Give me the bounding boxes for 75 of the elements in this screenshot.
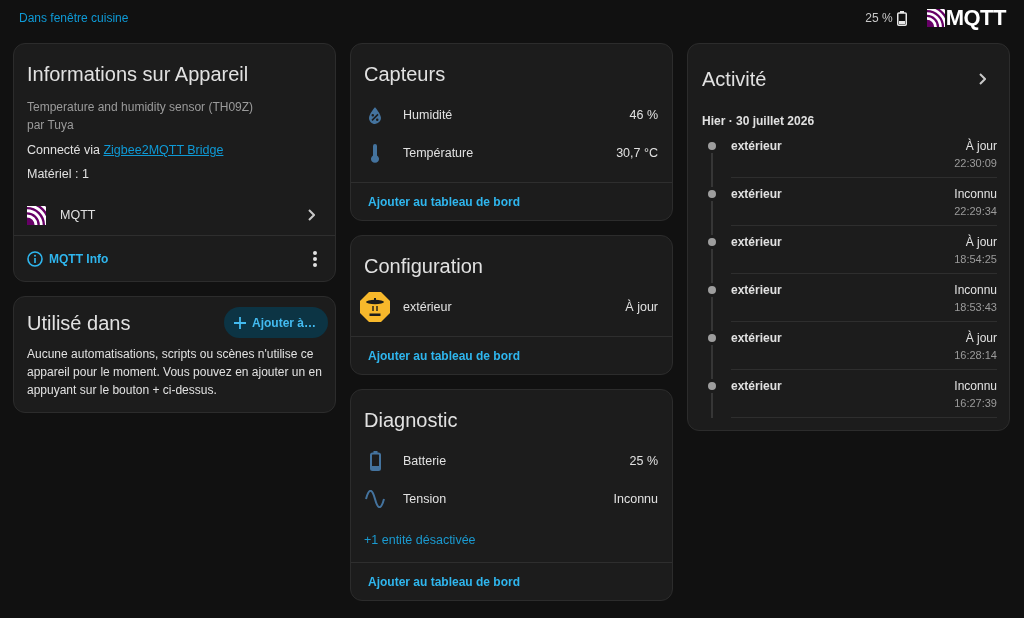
entry-time: 22:29:34 <box>954 204 997 219</box>
entity-value: 46 % <box>629 106 658 124</box>
entry-state: Inconnu <box>954 378 997 395</box>
octagon-badge-icon <box>360 292 390 322</box>
entity-row[interactable]: Tension Inconnu <box>351 480 672 518</box>
plus-icon <box>234 316 246 329</box>
card-title: Capteurs <box>364 62 447 87</box>
entry-time: 22:30:09 <box>954 156 997 171</box>
entry-name: extérieur <box>731 282 782 299</box>
entry-name: extérieur <box>731 186 782 203</box>
chevron-right-icon[interactable] <box>979 73 986 85</box>
entry-time: 16:27:39 <box>954 396 997 411</box>
logo-icon <box>926 9 945 27</box>
add-to-dashboard-link[interactable]: Ajouter au tableau de bord <box>368 572 520 591</box>
dot-icon <box>708 286 716 294</box>
card-title: Diagnostic <box>364 408 459 433</box>
entity-row[interactable]: Humidité 46 % <box>351 96 672 134</box>
sine-wave-icon <box>365 490 385 508</box>
info-button[interactable]: MQTT Info <box>27 249 109 268</box>
date-heading: Hier · 30 juillet 2026 <box>701 113 816 130</box>
dot-icon <box>708 238 716 246</box>
entity-value: À jour <box>625 298 658 316</box>
connection-label: Connecté via <box>27 143 100 157</box>
manufacturer-text: par Tuya <box>27 117 75 134</box>
card-title: Activité <box>702 67 767 92</box>
entity-name: Tension <box>403 490 447 508</box>
entry-state: À jour <box>965 233 997 251</box>
hardware-text: Matériel : 1 <box>27 166 89 183</box>
battery-icon <box>369 451 381 471</box>
entry-name: extérieur <box>731 234 782 251</box>
entity-row[interactable]: Température 30,7 °C <box>351 134 672 172</box>
entry-time: 18:53:43 <box>954 300 997 315</box>
entry-time: 18:54:25 <box>954 252 997 267</box>
entity-value: 30,7 °C <box>616 144 658 162</box>
entry-name: extérieur <box>731 378 782 395</box>
thermometer-icon <box>371 143 379 163</box>
entity-name: Température <box>403 144 474 162</box>
card-title: Informations sur Appareil <box>27 62 250 87</box>
logo-text: MQTT <box>945 7 1006 29</box>
entry-state: À jour <box>965 329 997 347</box>
bridge-link[interactable]: Zigbee2MQTT Bridge <box>103 143 224 157</box>
entity-value: Inconnu <box>613 490 658 508</box>
battery-level-text: 25 % <box>865 10 893 27</box>
entry-state: À jour <box>965 137 997 155</box>
integration-row[interactable]: MQTT <box>14 195 335 235</box>
entity-row[interactable]: extérieur À jour <box>351 288 672 326</box>
entry-name: extérieur <box>731 138 782 155</box>
dot-icon <box>708 334 716 342</box>
info-icon <box>27 250 43 267</box>
add-button[interactable]: Ajouter à… <box>224 307 328 338</box>
model-text: Temperature and humidity sensor (TH09Z) <box>27 99 255 116</box>
more-menu-icon[interactable] <box>313 250 317 267</box>
battery-icon <box>896 10 907 26</box>
dot-icon <box>708 382 716 390</box>
entity-name: Humidité <box>403 106 453 124</box>
dot-icon <box>708 190 716 198</box>
entry-name: extérieur <box>731 330 782 347</box>
dot-icon <box>708 142 716 150</box>
empty-message: Aucune automatisations, scripts ou scènes n'utilise ce appareil pour le moment. Vous pouvez en ajouter un en appuyant sur le bouton + ci-dessus. <box>26 346 323 399</box>
entity-name: Batterie <box>403 452 447 470</box>
integration-name: MQTT <box>60 206 96 224</box>
entry-time: 16:28:14 <box>954 348 997 363</box>
water-drop-icon <box>369 106 381 124</box>
add-to-dashboard-link[interactable]: Ajouter au tableau de bord <box>368 192 520 211</box>
card-title: Configuration <box>364 254 484 279</box>
add-to-dashboard-link[interactable]: Ajouter au tableau de bord <box>368 346 520 365</box>
entry-state: Inconnu <box>954 282 997 299</box>
card-title: Utilisé dans <box>27 310 131 336</box>
chevron-right-icon <box>308 209 315 221</box>
area-link[interactable]: Dans fenêtre cuisine <box>19 9 129 27</box>
entity-value: 25 % <box>629 452 658 470</box>
entity-row[interactable]: Batterie 25 % <box>351 442 672 480</box>
logo-icon <box>27 205 46 225</box>
entry-state: Inconnu <box>954 186 997 203</box>
entity-name: extérieur <box>403 298 452 316</box>
